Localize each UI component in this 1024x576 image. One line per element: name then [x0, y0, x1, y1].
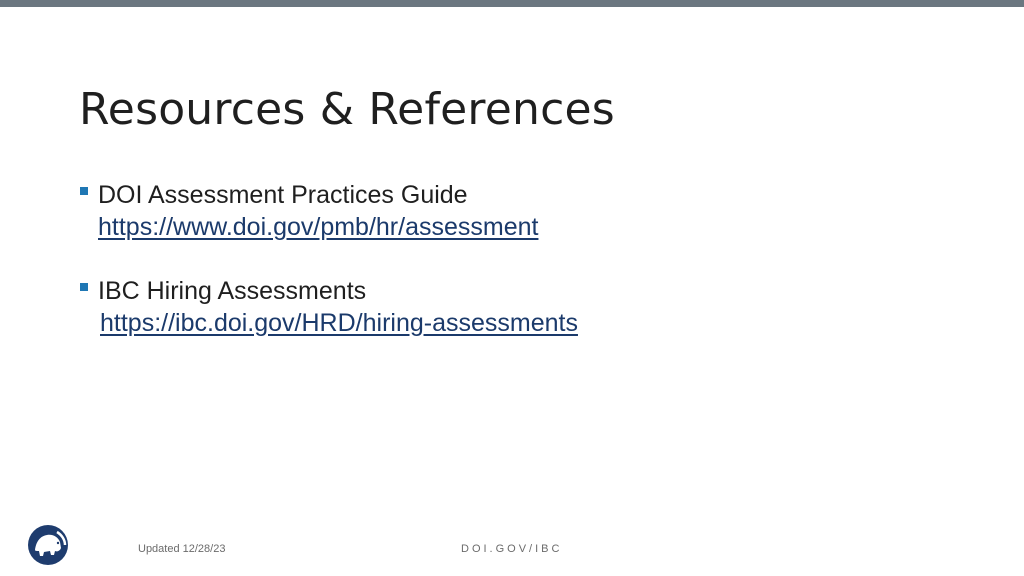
- resource-title: DOI Assessment Practices Guide: [98, 181, 468, 209]
- resource-list: DOI Assessment Practices Guide https://w…: [80, 180, 980, 372]
- resource-link[interactable]: https://www.doi.gov/pmb/hr/assessment: [98, 211, 980, 244]
- list-item: DOI Assessment Practices Guide https://w…: [80, 180, 980, 244]
- updated-date: Updated 12/28/23: [138, 543, 226, 555]
- slide-title: Resources & References: [79, 84, 615, 136]
- bullet-square-icon: [80, 283, 88, 291]
- list-item: IBC Hiring Assessments https://ibc.doi.g…: [80, 276, 980, 340]
- bullet-square-icon: [80, 187, 88, 195]
- resource-link[interactable]: https://ibc.doi.gov/HRD/hiring-assessmen…: [98, 307, 980, 340]
- top-accent-bar: [0, 0, 1024, 7]
- footer-site-url: DOI.GOV/IBC: [461, 543, 563, 555]
- resource-title: IBC Hiring Assessments: [98, 277, 367, 305]
- doi-bison-logo-icon: [27, 524, 69, 566]
